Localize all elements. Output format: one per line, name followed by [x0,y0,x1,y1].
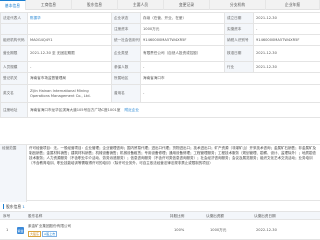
tab-bar: 基本信息 工商信息 股东信息 主要人员 变更记录 分支机构 企业年报 [0,0,320,10]
industry-value: 2021-12-30 [253,61,320,73]
shareholding-ratio: 100% [174,228,185,232]
label-english-name: 英文名 [0,84,28,103]
label-status: 企业状态 [111,12,141,24]
tab-basic-info[interactable]: 基本信息 [0,0,26,10]
label-insured: 参保人数 [111,61,141,73]
registration-authority-value: 海南省市场监督管理局 [27,72,112,85]
label-blank [0,23,28,35]
tab-key-personnel[interactable]: 主要人员 [118,0,164,10]
tab-change-records[interactable]: 变更记录 [164,0,210,10]
tab-branches[interactable]: 分支机构 [210,0,266,10]
tab-shareholders[interactable]: 股东信息 [72,0,118,10]
english-name-value: Zijin Hainan International Mining Operat… [27,84,112,103]
business-info-table: 法定代表人 陈振华 企业状态 存续（在营、开业、在册） 成立日期 2021-12… [0,12,320,118]
header-name: 股东名称 [28,214,43,218]
header-amount: 认缴出资额 [206,214,224,218]
approval-date-value: 2021-12-30 [253,45,320,62]
shareholder-tags: 大股东 A股上市 [28,231,58,237]
term-value: 2021-12-30 至 无固定期限 [27,45,112,62]
listed-badge: A股上市 [42,231,58,237]
staff-size-value: - [27,61,112,73]
header-date: 认缴出资日期 [254,214,276,218]
credit-code-value: 91460000MA5TW4XR5F [140,34,225,46]
label-registration-authority: 登记机关 [0,72,28,85]
label-legal-rep: 法定代表人 [0,12,28,24]
header-ratio: 持股比例 [170,214,185,218]
shareholders-title: 股东信息 1 [6,204,25,209]
business-scope-text: 许可经营项目：无。一般经营项目：企业管理；企业管理咨询；国内贸易代理；进出口代理… [29,146,316,166]
value-blank [27,23,112,35]
founded-value: 2021-12-30 [253,12,320,24]
label-credit-code: 统一社会信用代码 [111,34,141,46]
row-index: 1 [6,228,9,232]
tab-annual-reports[interactable]: 企业年报 [266,0,320,10]
tab-business-info[interactable]: 工商信息 [26,0,72,10]
insured-value: - [140,61,225,73]
subscribed-amount: 1000万元 [210,228,227,232]
address-value: 海南省海口市龙华区滨海大道105号百方广场C座1001室 附近企业 [27,102,320,118]
former-name-value: - [140,84,320,103]
shareholders-count: 1 [22,204,25,209]
business-scope-label: 经营范围 [0,145,27,202]
label-taxpayer-id: 纳税人识别号 [224,34,254,46]
region-value: 海南省海口市 [140,72,320,85]
org-code-value: MA0G4Q4Y1 [27,34,112,46]
major-shareholder-badge: 大股东 [28,231,42,237]
table-row: 1 紫金 紫金矿业集团股份有限公司 大股东 A股上市 100% 1000万元 2… [0,221,320,240]
label-company-type: 企业类型 [111,45,141,62]
subscribed-date: 2022-12-30 [256,228,277,232]
label-paid-capital: 实缴资本 [224,23,254,35]
shareholder-name-link[interactable]: 紫金矿业集团股份有限公司 [28,224,71,229]
header-index: 序号 [3,214,11,218]
section-accent-bar [3,204,4,209]
company-logo: 紫金 [17,227,24,234]
label-approval-date: 核准日期 [224,45,254,62]
company-type-value: 有限责任公司（自然人投资或控股） [140,45,225,62]
status-value: 存续（在营、开业、在册） [140,12,225,24]
shareholders-section-header: 股东信息 1 [0,203,320,210]
label-former-name: 曾用名 [111,84,141,103]
shareholders-table-header: 序号 股东名称 持股比例 认缴出资额 认缴出资日期 [0,211,320,220]
label-term: 营业期限 [0,45,28,62]
nearby-companies-link[interactable]: 附近企业 [125,108,139,112]
label-org-code: 组织机构代码 [0,34,28,46]
label-region: 所属地区 [111,72,141,85]
legal-rep-link[interactable]: 陈振华 [30,16,41,20]
paid-capital-value: - [253,23,320,35]
taxpayer-id-value: 91460000MA5TW4XR5F [253,34,320,46]
label-founded: 成立日期 [224,12,254,24]
label-staff-size: 人员规模 [0,61,28,73]
label-industry: 行业 [224,61,254,73]
address-text: 海南省海口市龙华区滨海大道105号百方广场C座1001室 [30,107,121,112]
legal-rep-value[interactable]: 陈振华 [27,12,112,24]
business-scope: 经营范围 许可经营项目：无。一般经营项目：企业管理；企业管理咨询；国内贸易代理；… [0,144,320,202]
registered-capital-value: 1000万元 [140,23,225,35]
label-address: 注册地址 [0,102,28,118]
label-registered-capital: 注册资本 [111,23,141,35]
